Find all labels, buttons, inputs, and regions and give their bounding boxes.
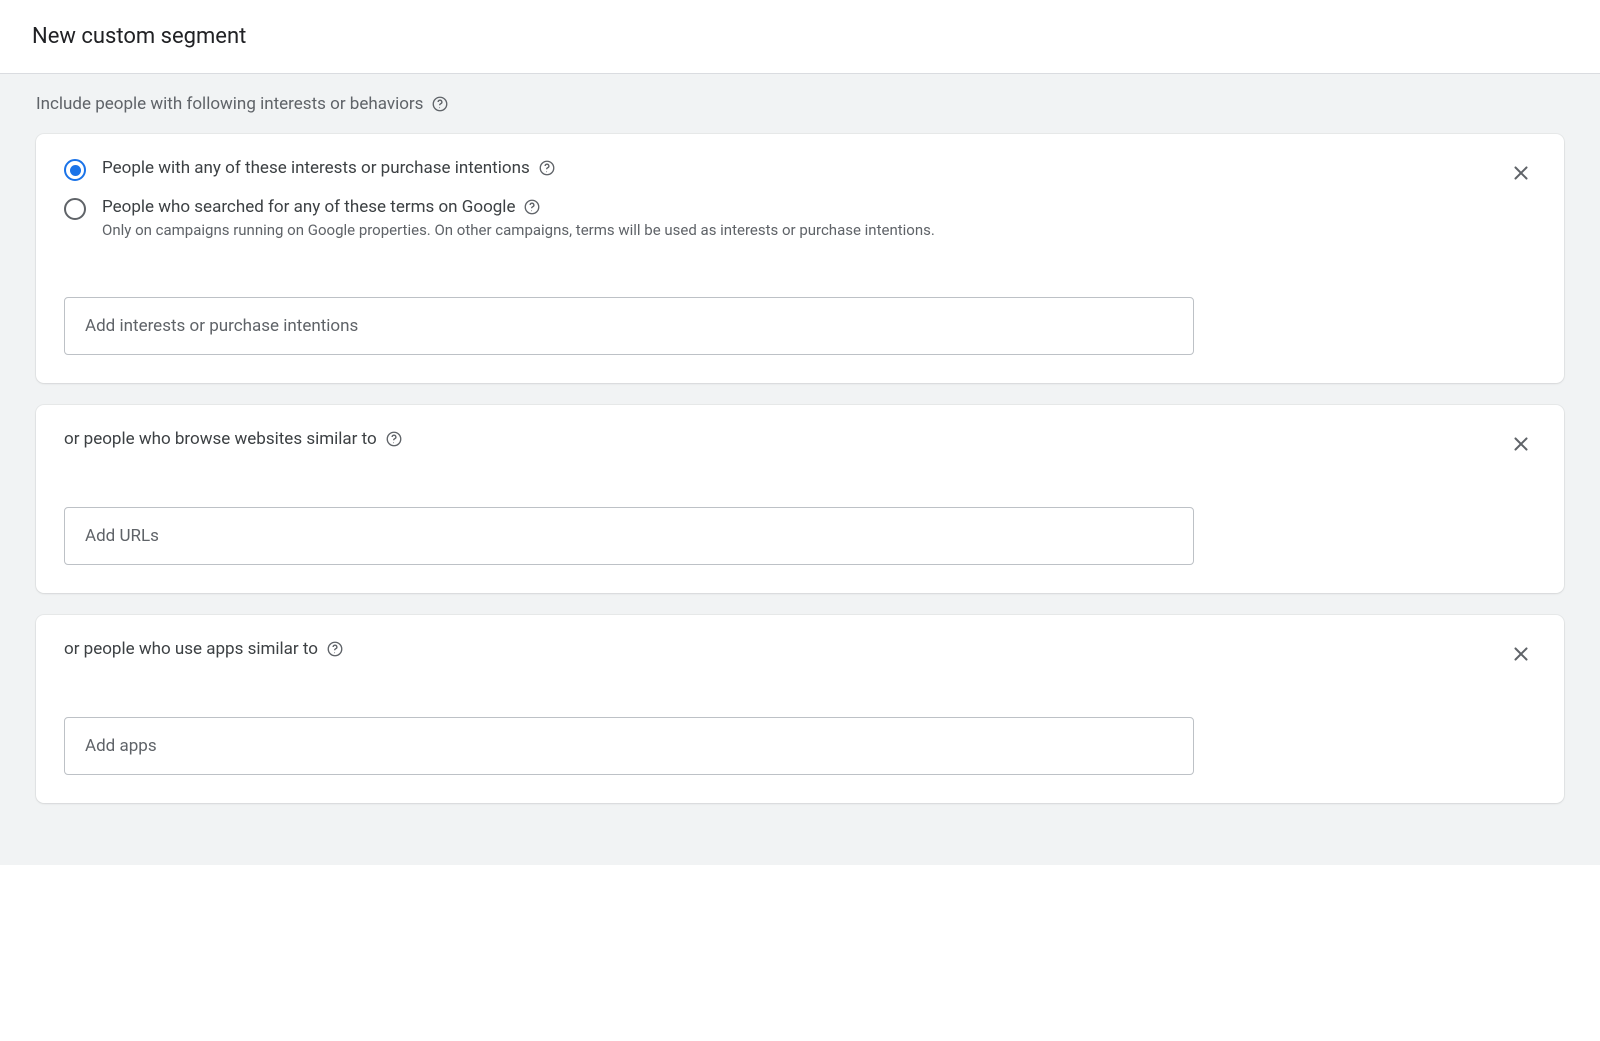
card-websites-title: or people who browse websites similar to <box>64 429 377 449</box>
radio-interests-intentions[interactable]: People with any of these interests or pu… <box>64 158 1506 181</box>
radio-label: People who searched for any of these ter… <box>102 197 515 217</box>
radio-helper-text: Only on campaigns running on Google prop… <box>102 221 1506 239</box>
page-header: New custom segment <box>0 0 1600 74</box>
radio-group-segment-type: People with any of these interests or pu… <box>64 158 1506 255</box>
radio-label: People with any of these interests or pu… <box>102 158 530 178</box>
radio-dot <box>70 165 81 176</box>
radio-indicator-selected <box>64 159 86 181</box>
page-title: New custom segment <box>32 24 1568 49</box>
card-apps-title: or people who use apps similar to <box>64 639 318 659</box>
urls-input[interactable] <box>64 507 1194 565</box>
card-apps: or people who use apps similar to <box>36 615 1564 803</box>
apps-input[interactable] <box>64 717 1194 775</box>
interests-input[interactable] <box>64 297 1194 355</box>
help-icon[interactable] <box>326 640 344 658</box>
card-websites: or people who browse websites similar to <box>36 405 1564 593</box>
radio-indicator-unselected <box>64 198 86 220</box>
close-icon[interactable] <box>1506 639 1536 669</box>
close-icon[interactable] <box>1506 158 1536 188</box>
card-interests: People with any of these interests or pu… <box>36 134 1564 383</box>
radio-searched-terms[interactable]: People who searched for any of these ter… <box>64 197 1506 239</box>
help-icon[interactable] <box>538 159 556 177</box>
help-icon[interactable] <box>431 95 449 113</box>
section-intro-text: Include people with following interests … <box>36 94 423 114</box>
close-icon[interactable] <box>1506 429 1536 459</box>
section-intro: Include people with following interests … <box>36 94 1564 114</box>
help-icon[interactable] <box>385 430 403 448</box>
help-icon[interactable] <box>523 198 541 216</box>
content-area: Include people with following interests … <box>0 74 1600 865</box>
